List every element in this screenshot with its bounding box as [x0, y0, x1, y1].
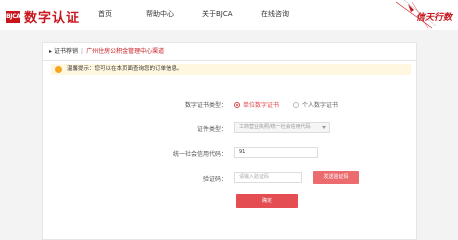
header: BJCA 数字认证 首页 帮助中心 关于BJCA 在线咨询 信天行数 [0, 0, 458, 30]
doc-type-row: 证件类型： 工商营业执照/统一社会信用代码 [43, 122, 418, 134]
radio-unchecked-icon [293, 101, 299, 108]
breadcrumb-current: 广州住房公积金管理中心渠道 [86, 48, 165, 55]
confirm-button[interactable]: 确定 [236, 194, 298, 208]
breadcrumb-separator: | [81, 48, 84, 55]
breadcrumb-arrow-icon: ▸ [49, 48, 53, 55]
credit-code-input[interactable]: 91 [234, 147, 318, 158]
page-background: ▸ 证书荐销 | 广州住房公积金管理中心渠道 温馨提示：您可以在本页面查询您的订单信息… [0, 30, 458, 240]
logo[interactable]: BJCA 数字认证 [6, 7, 80, 26]
cert-type-row: 数字证书类型： 单位数字证书 个人数字证书 [43, 100, 418, 110]
verify-code-input[interactable]: 请输入验证码 [234, 172, 302, 183]
send-code-button[interactable]: 发送验证码 [313, 171, 359, 184]
nav-home[interactable]: 首页 [98, 9, 112, 19]
nav-consult[interactable]: 在线咨询 [261, 9, 289, 19]
doc-type-value: 工商营业执照/统一社会信用代码 [239, 124, 311, 130]
doc-type-label: 证件类型： [196, 126, 227, 133]
breadcrumb: ▸ 证书荐销 | 广州住房公积金管理中心渠道 [43, 43, 416, 61]
main-card: ▸ 证书荐销 | 广州住房公积金管理中心渠道 温馨提示：您可以在本页面查询您的订单信息… [42, 42, 417, 240]
nav-about[interactable]: 关于BJCA [202, 9, 233, 19]
credit-code-label: 统一社会信用代码： [172, 151, 227, 158]
verify-label: 验证码： [202, 176, 227, 183]
banner-slogan: 信天行数 [415, 13, 452, 23]
verify-row: 验证码： 请输入验证码 发送验证码 [43, 171, 418, 185]
banner-decoration: 信天行数 [378, 0, 458, 30]
cert-type-label: 数字证书类型： [184, 102, 227, 109]
logo-text: 数字认证 [24, 11, 81, 26]
radio-org-cert[interactable]: 单位数字证书 [234, 100, 279, 109]
info-icon [55, 66, 62, 73]
nav-help[interactable]: 帮助中心 [146, 9, 174, 19]
chevron-down-icon [322, 126, 326, 129]
logo-badge: BJCA [6, 10, 21, 23]
tip-banner: 温馨提示：您可以在本页面查询您的订单信息。 [51, 64, 411, 75]
tip-text: 温馨提示：您可以在本页面查询您的订单信息。 [67, 66, 183, 72]
radio-checked-icon [234, 101, 240, 108]
radio-personal-cert[interactable]: 个人数字证书 [293, 100, 338, 109]
doc-type-select[interactable]: 工商营业执照/统一社会信用代码 [234, 122, 330, 133]
radio-org-cert-label: 单位数字证书 [243, 102, 280, 109]
radio-personal-cert-label: 个人数字证书 [302, 102, 339, 109]
breadcrumb-root[interactable]: 证书荐销 [54, 48, 78, 55]
credit-code-row: 统一社会信用代码： 91 [43, 147, 418, 159]
